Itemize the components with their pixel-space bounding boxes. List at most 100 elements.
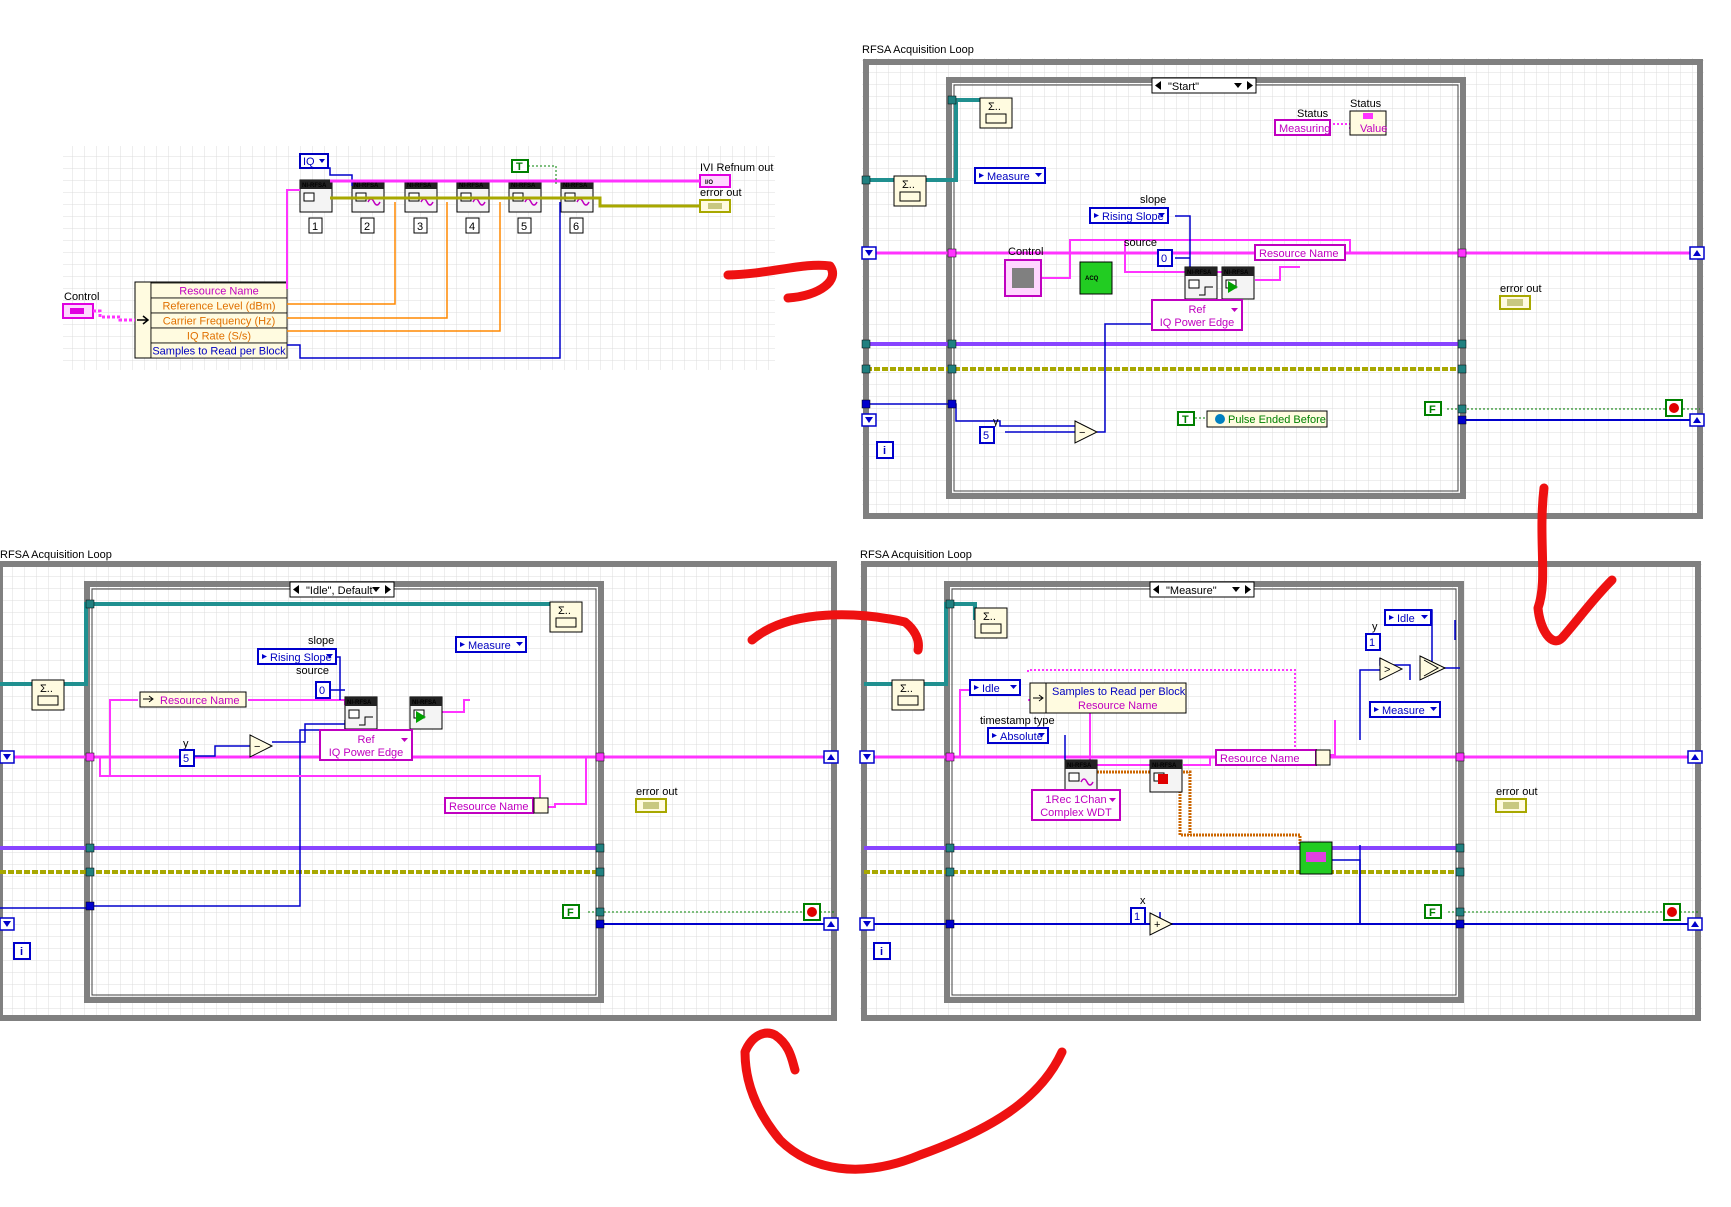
measure-unbundle-by-name[interactable]: Samples to Read per Block Resource Name (1029, 682, 1187, 714)
init-unbundle-by-name[interactable]: Resource Name Reference Level (dBm) Carrie… (134, 281, 288, 359)
idle-shift-register-right-top (823, 750, 839, 764)
idle-resource-name-text: Resource Name (449, 801, 528, 813)
start-dequeue-vi[interactable]: Σ.. (893, 175, 927, 207)
measure-false-constant[interactable]: F (1424, 904, 1442, 919)
measure-fetch-subvi-header: NI-RFSA (1067, 763, 1092, 769)
measure-abort-subvi[interactable]: NI-RFSA (1149, 759, 1183, 793)
init-node-number-text: 4 (469, 221, 475, 233)
init-node-number-text: 3 (417, 221, 423, 233)
idle-case-selector[interactable]: "Idle", Default (289, 581, 395, 598)
start-stop-terminal[interactable] (1665, 399, 1683, 417)
measure-measure-enum[interactable]: Measure (1369, 701, 1441, 718)
idle-source-constant[interactable]: 0 (315, 681, 331, 699)
idle-y-constant[interactable]: 5 (179, 749, 195, 767)
idle-tunnel-purple-left (85, 843, 95, 853)
init-node-number-text: 5 (521, 221, 527, 233)
init-subvi-1-glyph-icon (303, 192, 315, 202)
start-slope-enum-text: Rising Slope (1102, 211, 1164, 223)
init-subvi-3[interactable]: NI-RFSA (404, 179, 438, 213)
start-measure-enum-text: Measure (987, 171, 1030, 183)
init-node-number-text: 2 (364, 221, 370, 233)
measure-tunnel-purple-right (1455, 843, 1465, 853)
measure-idle-enum[interactable]: Idle (969, 679, 1021, 696)
init-subvi-2[interactable]: NI-RFSA (351, 179, 385, 213)
init-subvi-4[interactable]: NI-RFSA (456, 179, 490, 213)
measure-shift-register-right-bottom (1687, 917, 1703, 931)
start-error-out[interactable] (1499, 295, 1531, 310)
start-false-constant[interactable]: F (1424, 401, 1442, 416)
idle-trigger-subvi[interactable]: NI-RFSA (344, 696, 378, 730)
start-compare-node-symbol: − (1079, 427, 1085, 439)
init-node-number: 4 (465, 217, 480, 234)
measure-dequeue-vi[interactable]: Σ.. (891, 679, 925, 711)
idle-compare-node-symbol: − (254, 741, 260, 753)
init-subvi-4-header: NI-RFSA (459, 183, 484, 189)
measure-enqueue-vi[interactable]: Σ.. (974, 607, 1008, 639)
start-resource-name[interactable]: Resource Name (1254, 244, 1346, 261)
start-control-cluster[interactable] (1004, 259, 1042, 297)
idle-dequeue-vi[interactable]: Σ.. (31, 679, 65, 711)
start-acq-config-vi[interactable]: ACQ (1079, 261, 1113, 295)
start-source-constant[interactable]: 0 (1157, 249, 1173, 267)
idle-measure-enum[interactable]: Measure (455, 636, 527, 653)
idle-trigger-ring[interactable]: RefIQ Power Edge (319, 729, 413, 761)
idle-false-constant[interactable]: F (562, 904, 580, 919)
init-subvi-6[interactable]: NI-RFSA (560, 179, 594, 213)
start-y-constant[interactable]: 5 (979, 426, 995, 444)
init-subvi-1[interactable]: NI-RFSA (299, 179, 333, 213)
start-tunnel-purple-left (947, 339, 957, 349)
start-shift-register-right-top (1689, 246, 1705, 260)
idle-measure-enum-text: Measure (468, 640, 511, 652)
idle-error-out[interactable] (635, 798, 667, 813)
measure-display-vi[interactable] (1299, 841, 1333, 875)
start-case-selector[interactable]: "Start" (1151, 77, 1257, 94)
start-trigger-ring[interactable]: RefIQ Power Edge (1151, 299, 1243, 331)
start-initiate-subvi[interactable]: NI-RFSA (1221, 266, 1255, 300)
measure-tunnel-purple-left (945, 843, 955, 853)
start-pulse-ended-property[interactable]: Pulse Ended Before (1206, 410, 1328, 428)
start-enqueue-vi[interactable]: Σ.. (979, 97, 1013, 129)
measure-stop-terminal[interactable] (1663, 903, 1681, 921)
init-control-terminal[interactable] (62, 303, 94, 319)
measure-bundle-node[interactable] (1315, 749, 1331, 766)
idle-bundle-node[interactable] (533, 797, 549, 814)
start-status-constant[interactable]: Measuring (1274, 119, 1331, 136)
start-measure-enum[interactable]: Measure (974, 167, 1046, 184)
measure-error-out[interactable] (1495, 798, 1527, 813)
measure-case-selector[interactable]: "Measure" (1149, 581, 1255, 598)
start-slope-enum[interactable]: Rising Slope (1089, 207, 1169, 224)
start-status-property-node[interactable]: Value (1349, 110, 1387, 136)
measure-idle-enum-right[interactable]: Idle (1384, 609, 1432, 626)
idle-enqueue-vi[interactable]: Σ.. (549, 601, 583, 633)
idle-slope-enum[interactable]: Rising Slope (257, 648, 337, 665)
start-trigger-ring-line1: Ref (1188, 304, 1206, 316)
idle-initiate-subvi[interactable]: NI-RFSA (409, 696, 443, 730)
idle-unbundle-resource-name[interactable]: Resource Name (139, 691, 247, 708)
idle-error-out-label: error out (636, 786, 678, 798)
start-trigger-subvi[interactable]: NI-RFSA (1184, 266, 1218, 300)
measure-fetch-subvi[interactable]: NI-RFSA (1064, 759, 1098, 793)
init-error-out-terminal[interactable] (699, 199, 731, 213)
start-control-label: Control (1008, 246, 1043, 258)
start-status-label: Status (1297, 108, 1329, 120)
init-node-number: 5 (517, 217, 532, 234)
start-true-constant[interactable]: T (1177, 411, 1195, 426)
measure-y-constant[interactable]: 1 (1365, 633, 1381, 651)
measure-display-icon (1306, 852, 1326, 862)
measure-timestamp-enum-text: Absolute (1000, 731, 1043, 743)
start-true-constant-text: T (1182, 414, 1189, 426)
init-iq-enum[interactable]: IQ (299, 153, 329, 169)
measure-fetch-ring[interactable]: 1Rec 1ChanComplex WDT (1031, 789, 1121, 821)
measure-tunnel-error-right (1455, 867, 1465, 877)
measure-timestamp-enum[interactable]: Absolute (987, 727, 1049, 744)
start-tunnel-shift (947, 399, 957, 409)
init-refnum-out-terminal[interactable]: I/O (699, 174, 731, 188)
start-case-selector-text: "Start" (1168, 81, 1199, 93)
measure-x-constant[interactable]: 1 (1130, 907, 1146, 925)
init-subvi-5[interactable]: NI-RFSA (508, 179, 542, 213)
idle-stop-terminal[interactable] (803, 903, 821, 921)
init-true-constant[interactable]: T (511, 159, 529, 173)
idle-tunnel-error-right (595, 867, 605, 877)
measure-resource-name[interactable]: Resource Name (1215, 749, 1317, 766)
idle-resource-name[interactable]: Resource Name (444, 797, 534, 814)
